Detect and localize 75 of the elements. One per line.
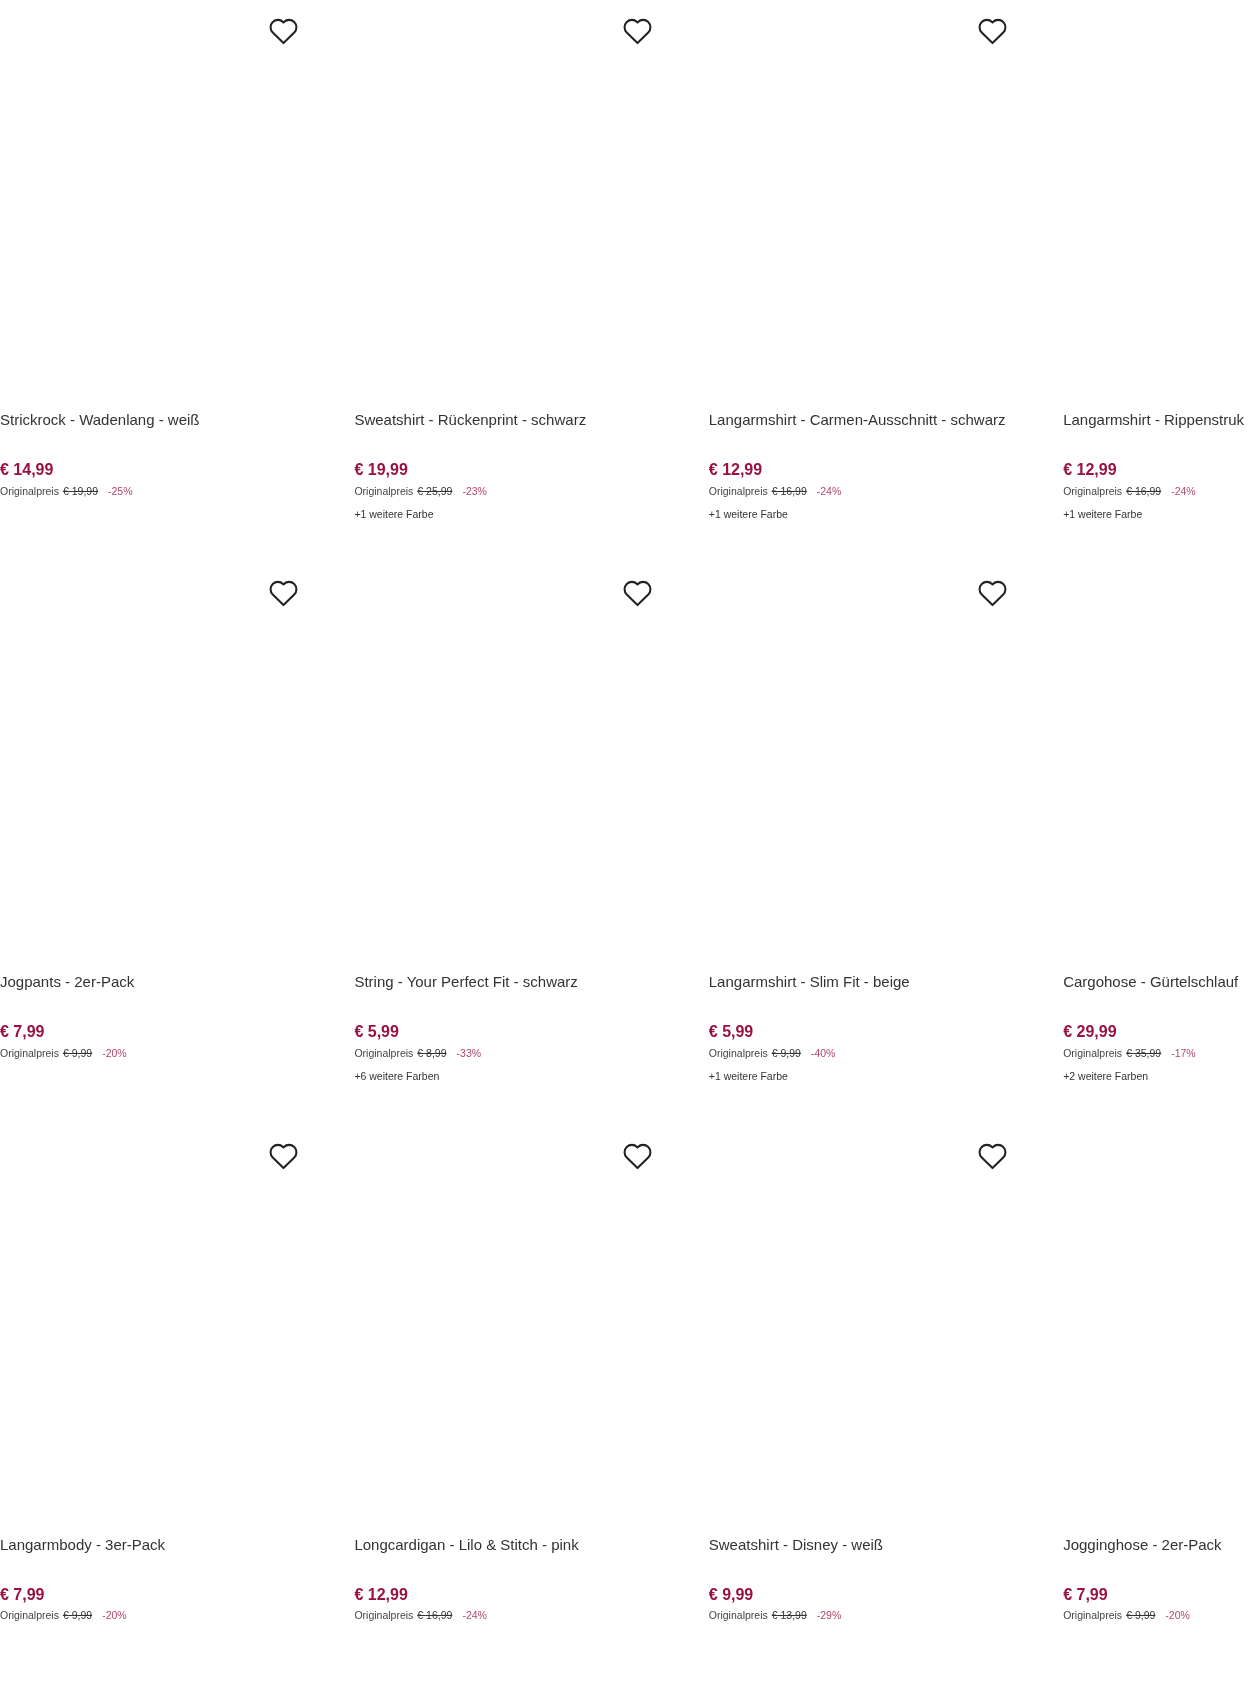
product-title[interactable]: Cargohose - Gürtelschlauf [1063,972,1239,993]
discount-percentage: -24% [462,1608,487,1623]
product-title[interactable]: Langarmbody - 3er-Pack [0,1534,166,1555]
more-colors-label: +1 weitere Farbe [708,1069,788,1084]
discount-percentage: -20% [1165,1608,1190,1623]
product-price: € 7,99 [0,1584,45,1605]
heart-icon[interactable] [269,1142,298,1170]
discount-percentage: -24% [816,483,842,498]
original-price-label: Originalpreis [0,1045,59,1060]
product-title[interactable]: Jogginghose - 2er-Pack [1063,1534,1222,1555]
heart-icon[interactable] [977,18,1007,45]
product-title[interactable]: Langarmshirt - Rippenstruk [1063,410,1245,430]
original-price: € 9,99 [771,1045,801,1060]
discount-percentage: -20% [102,1608,127,1623]
original-price-label: Originalpreis [354,483,414,498]
more-colors-label: +6 weitere Farben [354,1069,440,1084]
original-price-label: Originalpreis [1063,1608,1123,1623]
discount-percentage: -20% [102,1045,127,1060]
product-title[interactable]: Sweatshirt - Rückenprint - schwarz [354,410,587,430]
heart-icon[interactable] [623,1142,653,1170]
product-price: € 12,99 [354,1584,408,1605]
original-price: € 9,99 [1126,1608,1156,1623]
original-price: € 8,99 [417,1045,447,1060]
original-price: € 16,99 [1126,483,1162,498]
original-price: € 16,99 [771,483,807,498]
product-title[interactable]: Strickrock - Wadenlang - weiß [0,410,200,430]
product-price: € 5,99 [354,1022,399,1043]
product-price: € 19,99 [354,460,408,480]
product-title[interactable]: String - Your Perfect Fit - schwarz [354,972,578,993]
original-price-label: Originalpreis [1063,483,1123,498]
original-price-label: Originalpreis [0,1608,59,1623]
product-price: € 29,99 [1063,1022,1117,1043]
more-colors-label: +1 weitere Farbe [354,507,434,521]
discount-percentage: -25% [108,483,133,498]
original-price: € 35,99 [1126,1045,1162,1060]
original-price-label: Originalpreis [708,1608,768,1623]
more-colors-label: +1 weitere Farbe [1063,507,1143,521]
original-price-label: Originalpreis [708,483,768,498]
original-price-label: Originalpreis [708,1045,768,1060]
discount-percentage: -23% [462,483,487,498]
original-price: € 19,99 [62,483,98,498]
heart-icon[interactable] [623,580,653,608]
discount-percentage: -33% [456,1045,482,1060]
product-title[interactable]: Langarmshirt - Carmen-Ausschnitt - schwarz [708,410,1006,430]
heart-icon[interactable] [977,580,1007,608]
original-price-label: Originalpreis [1063,1045,1123,1060]
heart-icon[interactable] [269,580,298,608]
product-title[interactable]: Longcardigan - Lilo & Stitch - pink [354,1534,579,1555]
original-price-label: Originalpreis [0,483,59,498]
discount-percentage: -29% [816,1608,842,1623]
original-price-label: Originalpreis [354,1608,414,1623]
discount-percentage: -40% [810,1045,836,1060]
product-title[interactable]: Sweatshirt - Disney - weiß [708,1534,883,1555]
original-price: € 16,99 [417,1608,453,1623]
product-price: € 9,99 [708,1584,754,1605]
product-price: € 5,99 [708,1022,754,1043]
product-price: € 14,99 [0,460,54,480]
original-price-label: Originalpreis [354,1045,414,1060]
heart-icon[interactable] [623,18,653,45]
product-price: € 7,99 [0,1022,45,1043]
discount-percentage: -17% [1171,1045,1196,1060]
product-price: € 7,99 [1063,1584,1108,1605]
original-price: € 9,99 [62,1608,93,1623]
product-price: € 12,99 [708,460,763,480]
heart-icon[interactable] [269,18,298,45]
product-title[interactable]: Jogpants - 2er-Pack [0,972,135,993]
discount-percentage: -24% [1171,483,1196,498]
original-price: € 9,99 [62,1045,93,1060]
original-price: € 13,99 [771,1608,807,1623]
more-colors-label: +1 weitere Farbe [708,507,788,521]
original-price: € 25,99 [417,483,453,498]
heart-icon[interactable] [977,1142,1007,1170]
product-price: € 12,99 [1063,460,1117,480]
more-colors-label: +2 weitere Farben [1063,1069,1149,1084]
product-title[interactable]: Langarmshirt - Slim Fit - beige [708,972,910,993]
